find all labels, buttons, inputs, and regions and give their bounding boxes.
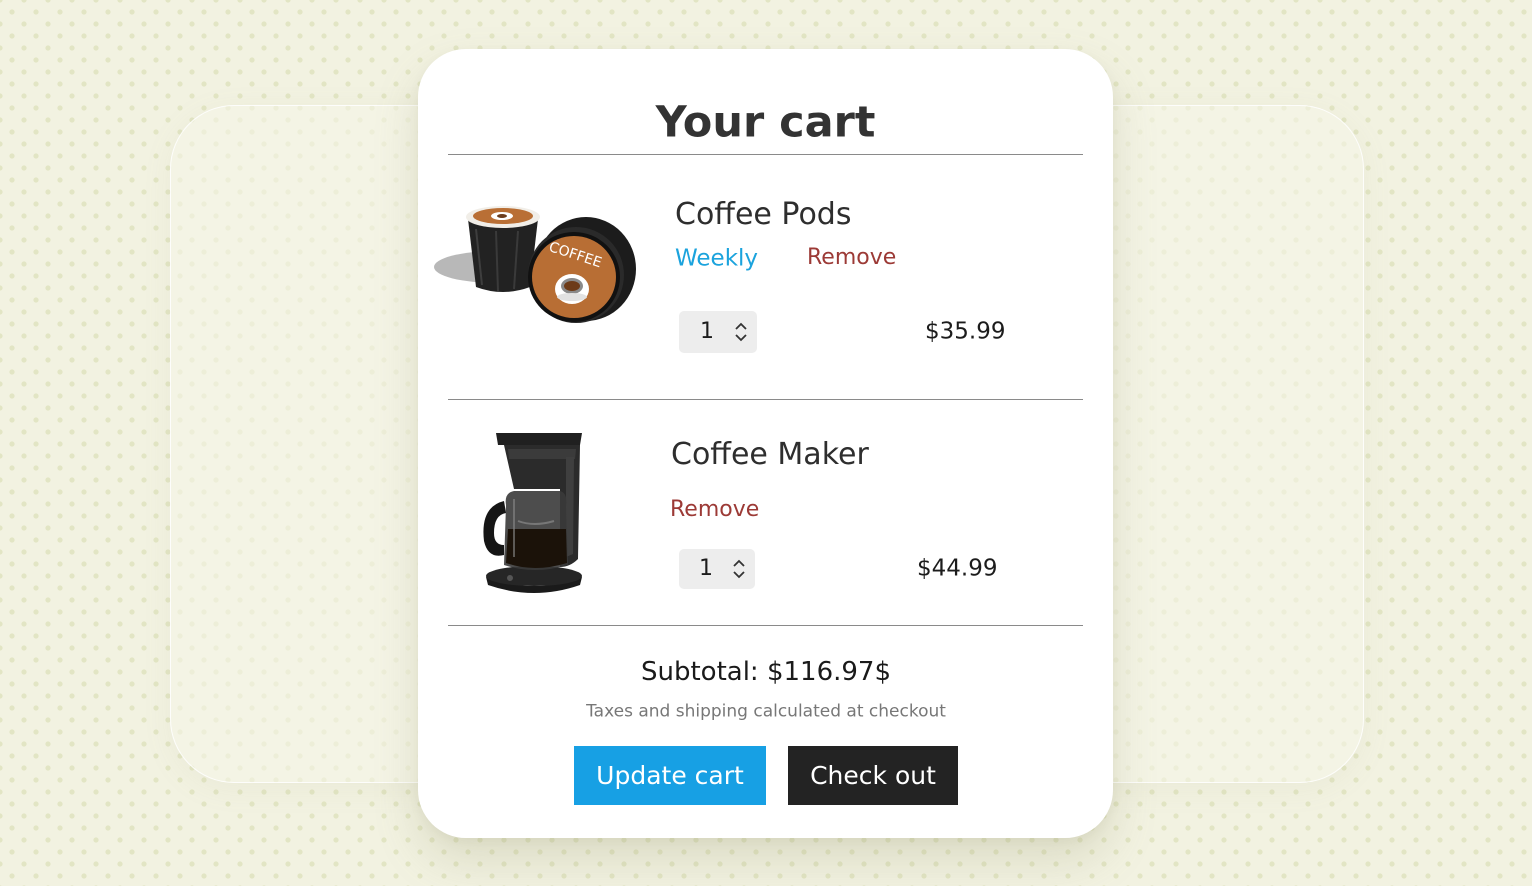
- coffee-maker-image: [483, 433, 582, 593]
- checkout-button[interactable]: Check out: [788, 746, 958, 805]
- subtotal: Subtotal: $116.97$: [640, 657, 892, 687]
- quantity-value: 1: [700, 319, 714, 344]
- stepper-arrows-icon[interactable]: [732, 557, 746, 581]
- update-cart-button[interactable]: Update cart: [574, 746, 766, 805]
- quantity-stepper[interactable]: 1: [679, 549, 755, 589]
- quantity-stepper[interactable]: 1: [679, 311, 757, 353]
- coffee-pods-image: COFFEE: [434, 206, 636, 323]
- remove-button[interactable]: Remove: [670, 499, 759, 521]
- divider: [448, 154, 1083, 155]
- item-name: Coffee Maker: [671, 437, 869, 472]
- divider: [448, 399, 1083, 400]
- divider: [448, 625, 1083, 626]
- item-name: Coffee Pods: [675, 197, 852, 232]
- stepper-arrows-icon[interactable]: [734, 320, 748, 344]
- quantity-value: 1: [699, 556, 713, 581]
- cart-card: Your cart COFFEE Coffee Pods Weekly Remo…: [418, 49, 1113, 838]
- remove-button[interactable]: Remove: [807, 247, 896, 269]
- cart-title: Your cart: [655, 97, 876, 148]
- subscription-frequency-link[interactable]: Weekly: [675, 247, 758, 271]
- item-price: $35.99: [925, 318, 1006, 345]
- item-price: $44.99: [917, 555, 998, 582]
- tax-shipping-note: Taxes and shipping calculated at checkou…: [586, 701, 946, 722]
